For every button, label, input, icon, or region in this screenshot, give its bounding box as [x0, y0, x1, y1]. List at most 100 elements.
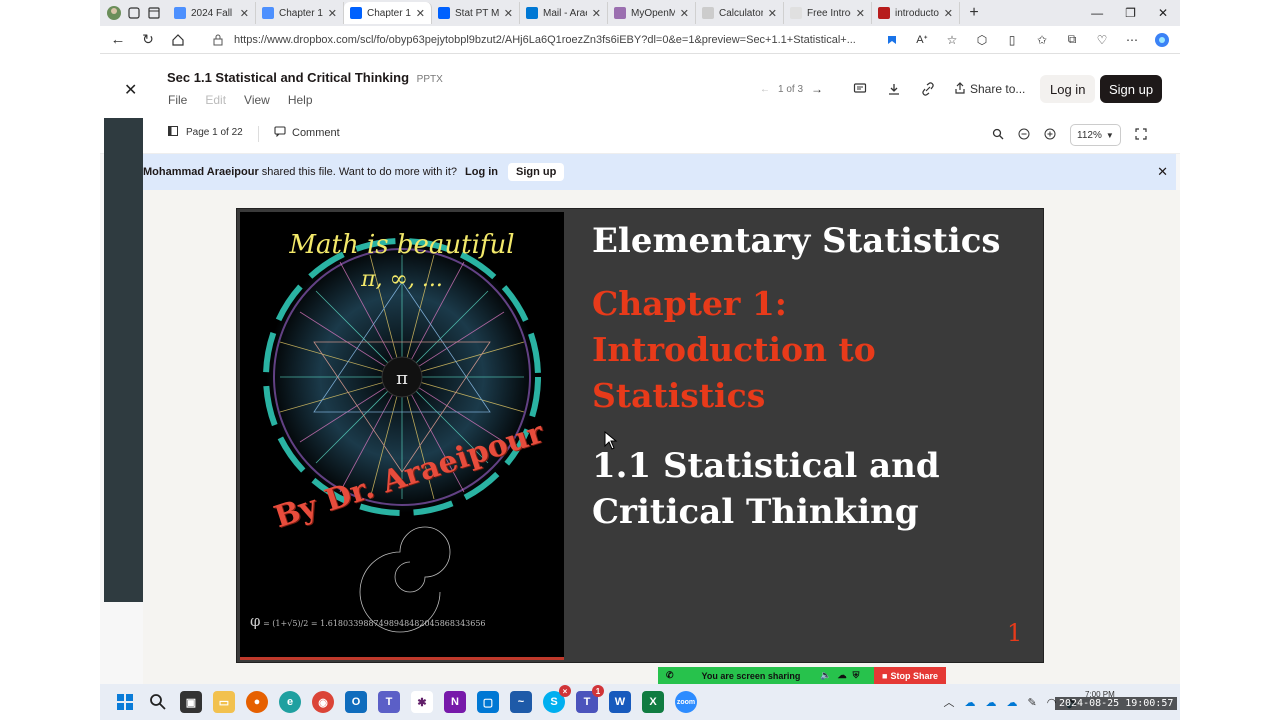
sharing-status: ✆ You are screen sharing 🔈 ☁ ⛨ — [658, 667, 874, 684]
whiteboard-icon[interactable]: ~ — [510, 691, 532, 713]
browser-tab[interactable]: Mail - Arae ✕ — [520, 2, 608, 24]
new-tab-icon[interactable]: + — [966, 4, 982, 21]
zoom-icon[interactable]: zoom — [675, 691, 697, 713]
tab-close-icon[interactable]: ✕ — [944, 7, 953, 20]
teams-classic-icon[interactable]: T1 — [576, 685, 604, 713]
firefox-icon[interactable]: ● — [246, 691, 268, 713]
onedrive-icon[interactable]: ☁ — [964, 696, 975, 709]
browser-tab[interactable]: Chapter 1: I ✕ — [256, 2, 344, 24]
home-icon[interactable] — [170, 32, 186, 48]
browser-essentials-icon[interactable]: ♡ — [1094, 32, 1110, 48]
excel-icon[interactable]: X — [642, 691, 664, 713]
dropbox-header: ✕ Sec 1.1 Statistical and Critical Think… — [100, 54, 1180, 118]
edge-icon[interactable]: e — [279, 691, 301, 713]
tab-close-icon[interactable]: ✕ — [328, 7, 337, 20]
signup-button[interactable]: Sign up — [1100, 75, 1163, 103]
comment-label: Comment — [292, 126, 340, 139]
zoom-controls: 112% ▼ — [992, 124, 1147, 146]
zoom-out-icon[interactable] — [1018, 128, 1030, 143]
screen-sharing-bar: ✆ You are screen sharing 🔈 ☁ ⛨ ■ Stop Sh… — [658, 667, 946, 684]
banner-login-link[interactable]: Log in — [465, 166, 498, 178]
browser-tab[interactable]: 2024 Fall M ✕ — [168, 2, 256, 24]
tab-close-icon[interactable]: ✕ — [768, 7, 777, 20]
audio-icon[interactable]: 🔈 — [820, 670, 831, 681]
menu-edit[interactable]: Edit — [205, 93, 226, 107]
zoom-in-icon[interactable] — [1044, 128, 1056, 143]
favorites-icon[interactable]: ✩ — [1034, 32, 1050, 48]
profile-avatar-icon[interactable] — [106, 5, 122, 21]
stop-share-button[interactable]: ■ Stop Share — [874, 667, 946, 684]
copilot-icon[interactable] — [1154, 32, 1170, 48]
browser-tab[interactable]: introducto ✕ — [872, 2, 960, 24]
workspaces-icon[interactable] — [126, 5, 142, 21]
page-indicator: Page 1 of 22 — [168, 126, 243, 139]
poster-phi-formula: = (1+√5)/2 = 1.6180339887498948482045868… — [263, 619, 486, 628]
file-explorer-icon[interactable]: ▭ — [213, 691, 235, 713]
maximize-icon[interactable]: ❐ — [1125, 6, 1136, 20]
menu-help[interactable]: Help — [288, 93, 313, 107]
collections-icon[interactable]: ⧉ — [1064, 32, 1080, 48]
download-icon[interactable] — [886, 81, 902, 97]
url-text: https://www.dropbox.com/scl/fo/obyp63pej… — [234, 33, 856, 46]
extension-dropbox-icon[interactable] — [884, 32, 900, 48]
sidebar-toggle-icon[interactable] — [168, 126, 178, 139]
tab-close-icon[interactable]: ✕ — [592, 7, 601, 20]
tab-list: 2024 Fall M✕Chapter 1: I✕Chapter 1 I✕Sta… — [168, 2, 960, 24]
slack-icon[interactable]: ✱ — [411, 691, 433, 713]
tab-close-icon[interactable]: ✕ — [504, 7, 513, 20]
outlook-icon[interactable]: O — [345, 691, 367, 713]
split-screen-icon[interactable]: ▯ — [1004, 32, 1020, 48]
banner-signup-button[interactable]: Sign up — [508, 163, 565, 181]
close-window-icon[interactable]: ✕ — [1158, 6, 1168, 20]
onedrive-business-icon[interactable]: ☁ — [1006, 696, 1017, 709]
tab-close-icon[interactable]: ✕ — [856, 7, 865, 20]
chevron-up-icon[interactable]: ︿ — [943, 694, 954, 710]
banner-close-icon[interactable]: ✕ — [1157, 164, 1168, 180]
more-menu-icon[interactable]: ⋯ — [1124, 32, 1140, 48]
search-icon[interactable] — [147, 691, 169, 713]
refresh-icon[interactable]: ↻ — [140, 31, 156, 48]
tab-close-icon[interactable]: ✕ — [416, 7, 425, 20]
copy-link-icon[interactable] — [920, 81, 936, 97]
browser-tab[interactable]: MyOpenM ✕ — [608, 2, 696, 24]
tab-close-icon[interactable]: ✕ — [680, 7, 689, 20]
comment-icon[interactable] — [852, 81, 868, 97]
stop-icon: ■ — [882, 670, 888, 681]
word-icon[interactable]: W — [609, 691, 631, 713]
comment-button[interactable]: Comment — [274, 125, 340, 140]
close-preview-icon[interactable]: ✕ — [124, 80, 137, 100]
onenote-icon[interactable]: N — [444, 691, 466, 713]
onedrive-sync-icon[interactable]: ☁ — [985, 696, 996, 709]
pen-icon[interactable]: ✎ — [1027, 696, 1036, 709]
browser-tab[interactable]: Free Introd ✕ — [784, 2, 872, 24]
favorite-star-icon[interactable]: ☆ — [944, 32, 960, 48]
menu-file[interactable]: File — [168, 93, 187, 107]
browser-tab[interactable]: Chapter 1 I ✕ — [344, 2, 432, 24]
url-field[interactable]: https://www.dropbox.com/scl/fo/obyp63pej… — [200, 29, 870, 51]
chrome-icon[interactable]: ◉ — [312, 691, 334, 713]
login-button[interactable]: Log in — [1040, 75, 1096, 103]
tab-label: Chapter 1 I — [367, 7, 411, 19]
minimize-icon[interactable]: — — [1091, 6, 1103, 20]
tab-favicon-icon — [790, 7, 802, 19]
start-windows-icon[interactable] — [114, 691, 136, 713]
teams-icon[interactable]: T — [378, 691, 400, 713]
extensions-icon[interactable]: ⬡ — [974, 32, 990, 48]
task-view-icon[interactable]: ▣ — [180, 691, 202, 713]
zoom-select[interactable]: 112% ▼ — [1070, 124, 1121, 146]
share-button[interactable]: Share to... — [954, 81, 1025, 97]
browser-tab[interactable]: Stat PT Mo ✕ — [432, 2, 520, 24]
search-icon[interactable] — [992, 128, 1004, 143]
skype-icon[interactable]: S × — [543, 685, 571, 713]
tab-close-icon[interactable]: ✕ — [240, 7, 249, 20]
tab-actions-icon[interactable] — [146, 5, 162, 21]
app-icon[interactable]: ▢ — [477, 691, 499, 713]
browser-tab[interactable]: Calculators ✕ — [696, 2, 784, 24]
back-icon[interactable]: ← — [110, 31, 126, 48]
menu-view[interactable]: View — [244, 93, 270, 107]
read-aloud-icon[interactable]: Aᐩ — [914, 32, 930, 48]
slide: π Math is beautiful π, ∞, ... By Dr. Ara… — [236, 208, 1044, 663]
prev-file-icon[interactable]: ← — [760, 84, 770, 95]
next-file-icon[interactable]: → — [811, 82, 823, 96]
fullscreen-icon[interactable] — [1135, 127, 1147, 143]
